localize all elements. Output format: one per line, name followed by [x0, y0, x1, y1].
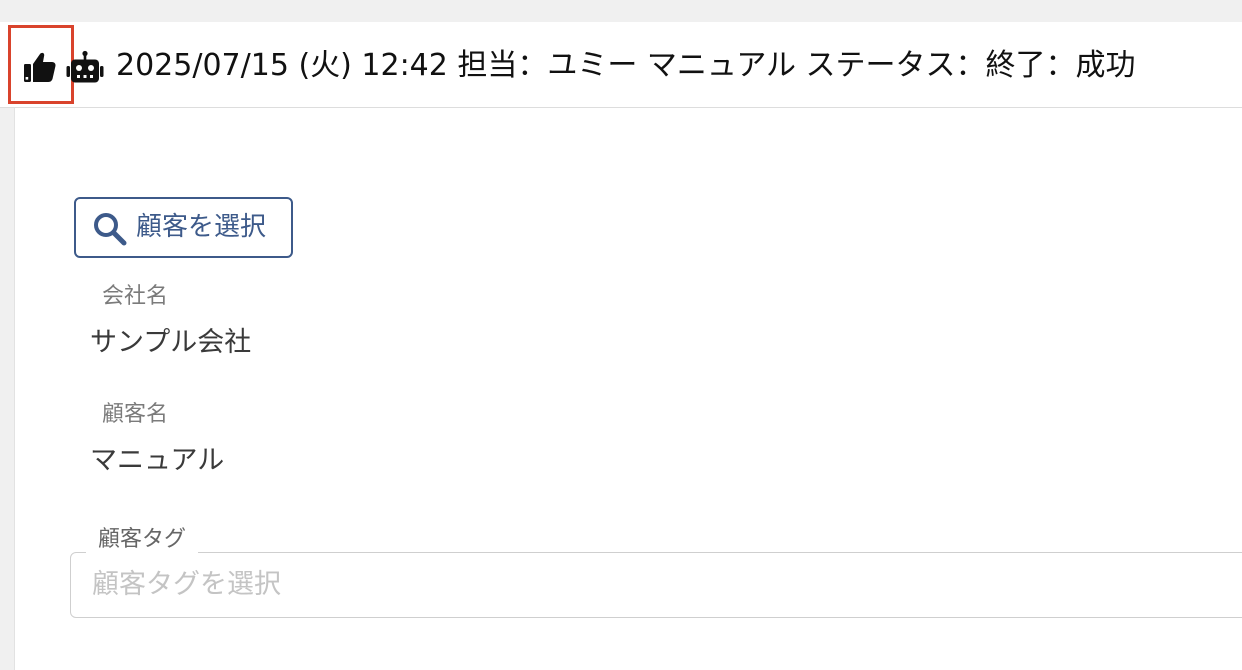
conversation-summary: 2025/07/15 (火) 12:42 担当：ユミー マニュアル ステータス：…: [116, 48, 1136, 83]
page: 2025/07/15 (火) 12:42 担当：ユミー マニュアル ステータス：…: [0, 0, 1242, 670]
thumbs-up-icon: [24, 52, 56, 82]
select-customer-label: 顧客を選択: [136, 212, 267, 242]
customer-tag-label: 顧客タグ: [86, 524, 199, 556]
search-icon: [94, 213, 127, 246]
select-customer-button[interactable]: 顧客を選択: [74, 197, 293, 258]
robot-icon: [66, 50, 104, 83]
company-name-value: サンプル会社: [90, 327, 252, 358]
company-name-label: 会社名: [102, 284, 169, 309]
customer-name-label: 顧客名: [102, 402, 169, 427]
customer-tag-placeholder: 顧客タグを選択: [92, 569, 281, 600]
customer-name-value: マニュアル: [90, 445, 225, 476]
